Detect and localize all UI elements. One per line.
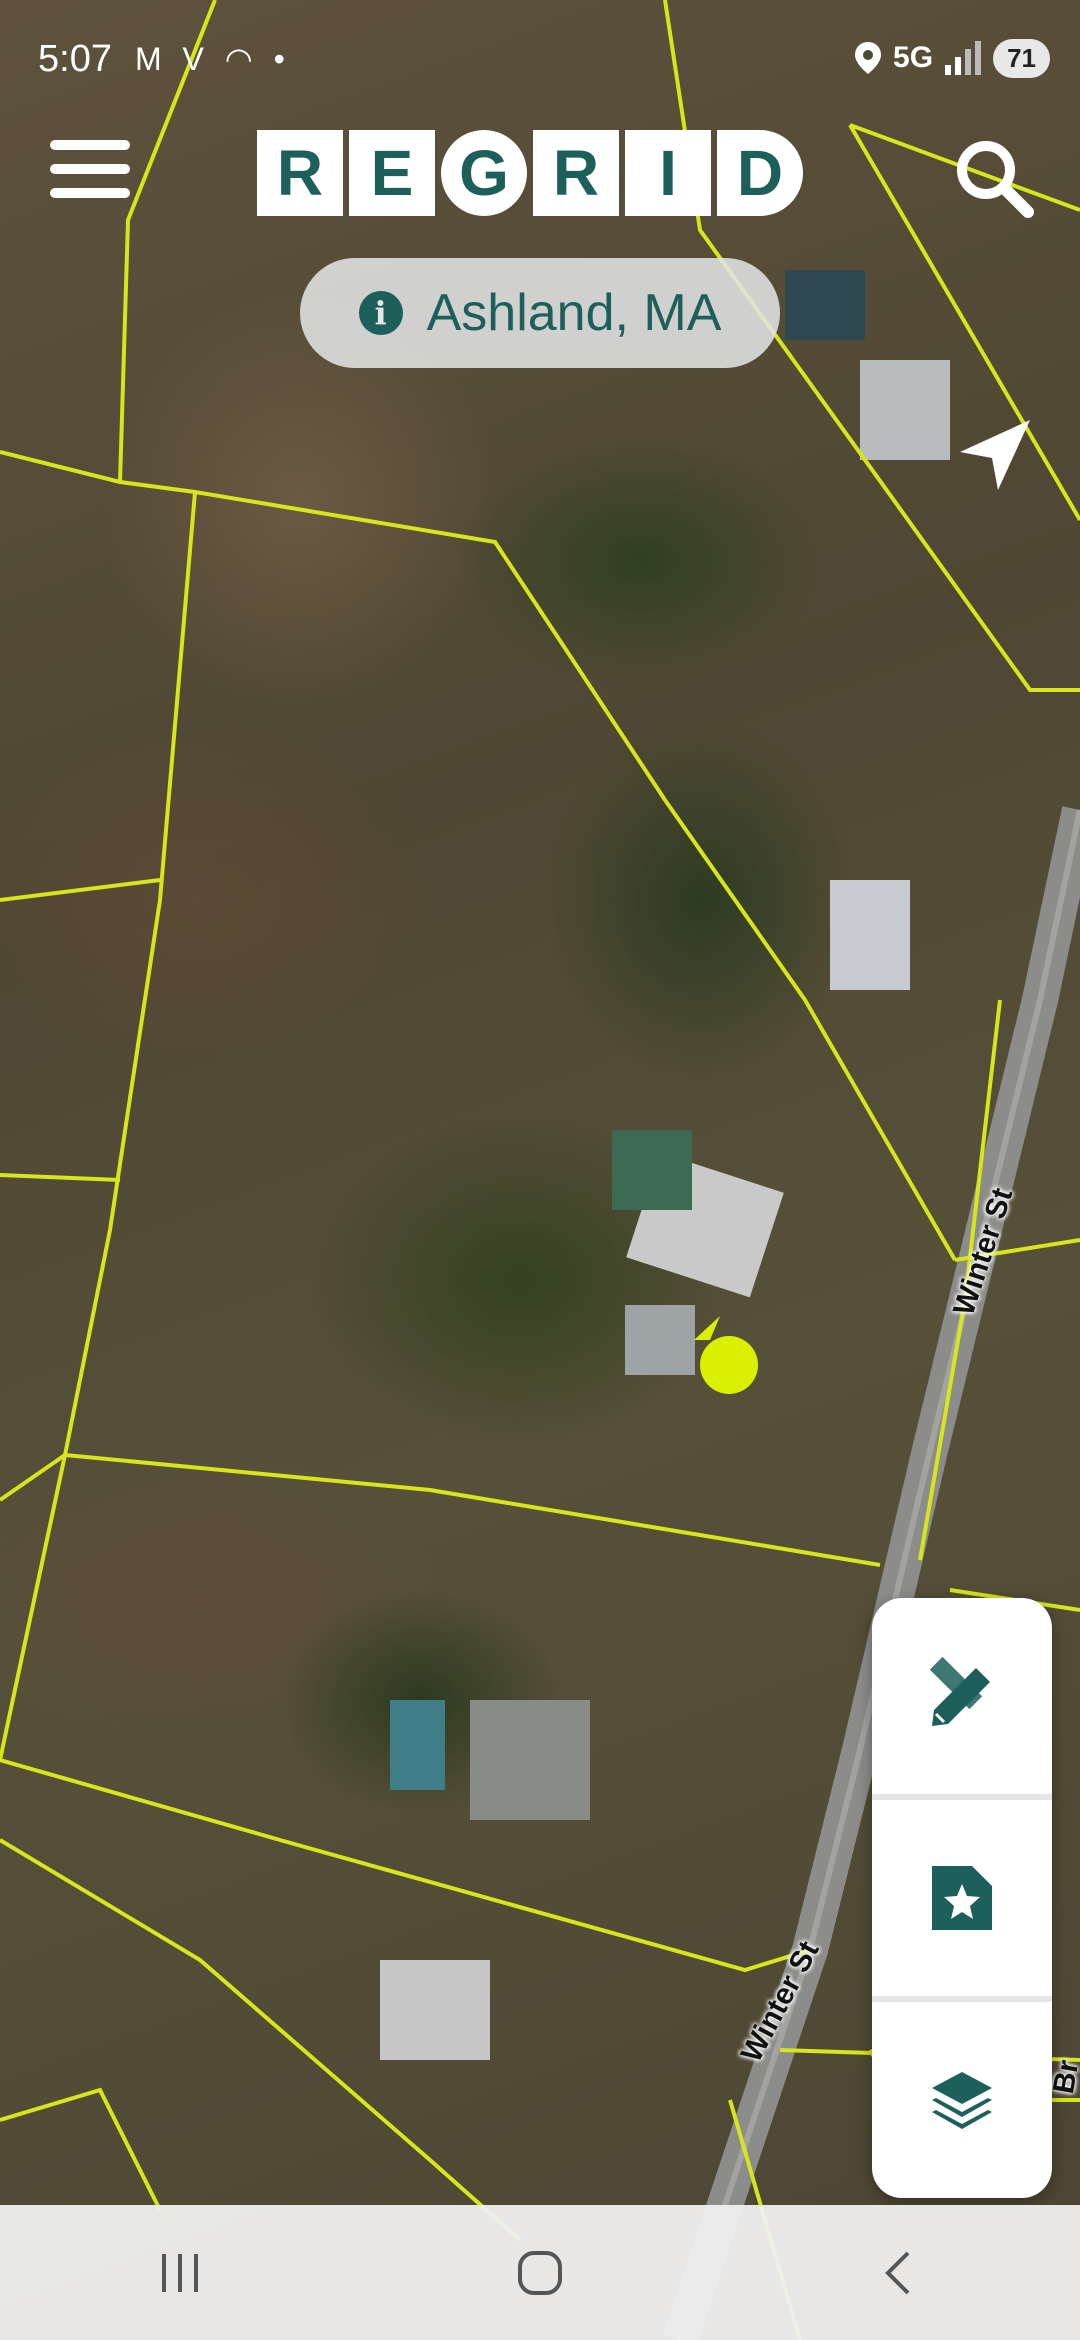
search-icon [957, 141, 1034, 218]
top-bar: R E G R I D [0, 120, 1080, 230]
status-time: 5:07 [38, 38, 112, 80]
recent-apps-icon [162, 2253, 198, 2292]
pool [390, 1700, 445, 1790]
battery-level: 71 [993, 38, 1050, 78]
back-icon [885, 2251, 910, 2294]
bookmark-star-icon [932, 1866, 992, 1930]
back-button[interactable] [840, 2223, 960, 2323]
status-right: 5G 71 [853, 38, 1050, 78]
house-roof [380, 1960, 490, 2060]
pool [785, 270, 865, 340]
house-roof [830, 880, 910, 990]
menu-icon-line [50, 164, 130, 174]
logo-letter: G [441, 130, 527, 216]
logo-letter: R [533, 130, 619, 216]
wifi-icon: ◠ [224, 41, 259, 77]
home-icon [518, 2250, 562, 2295]
search-button[interactable] [950, 134, 1040, 224]
logo-letter: R [257, 130, 343, 216]
pool [612, 1130, 692, 1210]
recent-apps-button[interactable] [120, 2223, 240, 2323]
logo-letter: E [349, 130, 435, 216]
saved-places-button[interactable] [872, 1800, 1052, 1996]
menu-button[interactable] [50, 140, 130, 210]
draw-tools-button[interactable] [872, 1598, 1052, 1794]
location-pill[interactable]: i Ashland, MA [300, 258, 780, 368]
map-tools-panel [872, 1598, 1052, 2198]
layers-button[interactable] [872, 2002, 1052, 2198]
info-icon: i [358, 291, 403, 335]
location-name: Ashland, MA [426, 284, 722, 342]
navigation-arrow-icon [960, 420, 1030, 490]
menu-icon-line [50, 188, 130, 198]
logo-letter: I [625, 130, 711, 216]
signal-icon [945, 41, 982, 75]
location-pin-icon [855, 42, 882, 74]
pencil-ruler-icon [929, 1656, 990, 1726]
gmail-icon: M [135, 41, 168, 77]
verizon-icon: V [182, 41, 210, 77]
regrid-logo: R E G R I D [257, 130, 803, 216]
logo-letter: D [717, 130, 803, 216]
system-nav-bar [0, 2205, 1080, 2340]
layers-icon [932, 2072, 992, 2129]
location-marker[interactable] [700, 1336, 758, 1394]
my-location-button[interactable] [950, 410, 1040, 500]
network-type: 5G [893, 41, 934, 74]
home-button[interactable] [480, 2223, 600, 2323]
garage-roof [625, 1305, 695, 1375]
menu-icon-line [50, 140, 130, 150]
notification-icons: M V ◠ • [135, 40, 291, 78]
status-bar: 5:07 M V ◠ • 5G 71 [0, 0, 1080, 120]
house-roof [470, 1700, 590, 1820]
house-roof [860, 360, 950, 460]
dot-icon: • [273, 41, 291, 77]
